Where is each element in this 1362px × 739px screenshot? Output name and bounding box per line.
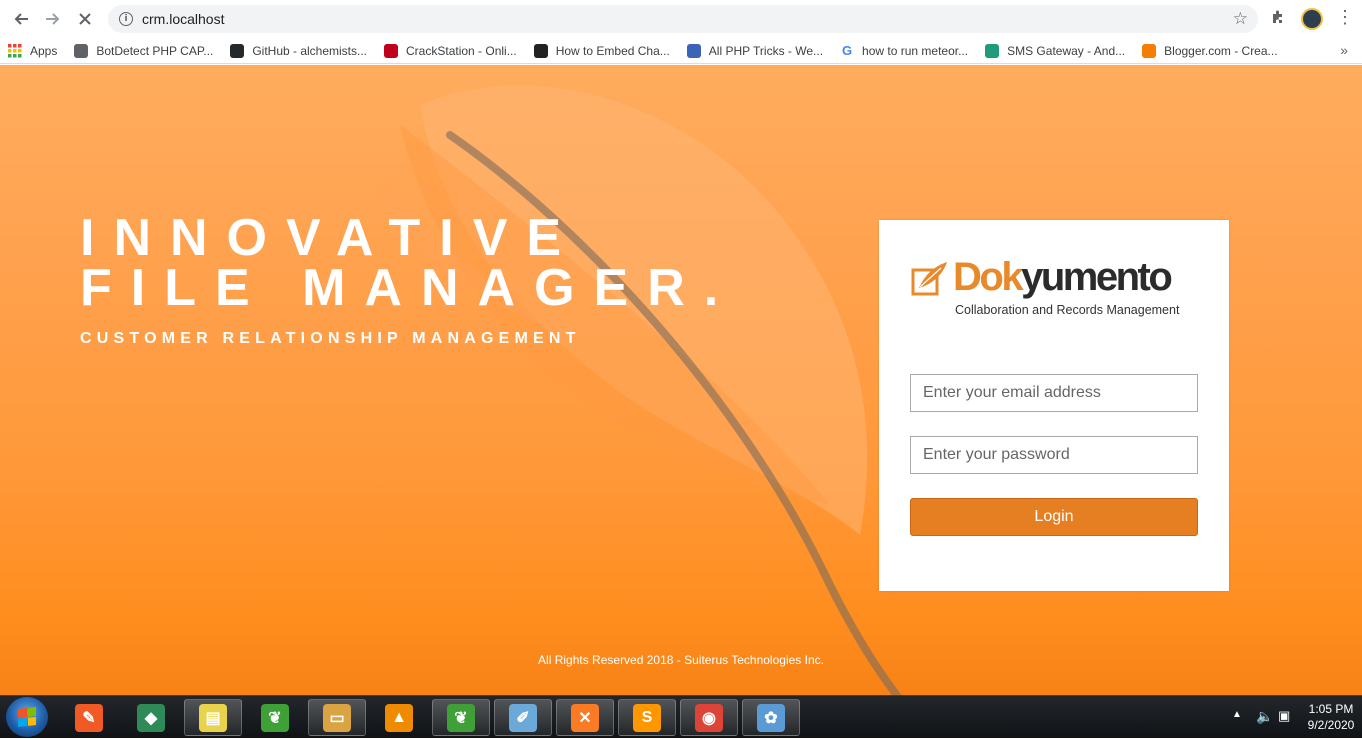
php-icon bbox=[686, 43, 701, 58]
bookmark-label: Blogger.com - Crea... bbox=[1164, 43, 1278, 58]
login-page: INNOVATIVE FILE MANAGER. CUSTOMER RELATI… bbox=[0, 65, 1362, 695]
bookmark-item[interactable]: GitHub - alchemists... bbox=[222, 38, 376, 64]
mongodb-compass-app-icon: ❦ bbox=[447, 703, 475, 732]
bookmark-label: BotDetect PHP CAP... bbox=[96, 43, 214, 58]
github-icon bbox=[230, 43, 245, 58]
back-arrow-icon[interactable] bbox=[5, 3, 37, 35]
bookmark-label: All PHP Tricks - We... bbox=[708, 43, 824, 58]
profile-avatar[interactable] bbox=[1301, 8, 1323, 30]
bookmark-item[interactable]: CrackStation - Onli... bbox=[376, 38, 526, 64]
logo-word-part1: Dok bbox=[953, 255, 1024, 299]
site-info-icon[interactable]: i bbox=[119, 12, 133, 26]
bookmark-label: Apps bbox=[30, 43, 58, 58]
bookmark-label: CrackStation - Onli... bbox=[406, 43, 517, 58]
taskbar-app-button[interactable]: ❦ bbox=[246, 699, 304, 736]
login-card: Dokyumento Collaboration and Records Man… bbox=[879, 220, 1229, 591]
windows-logo-icon bbox=[18, 707, 36, 727]
bookmark-label: how to run meteor... bbox=[862, 43, 969, 58]
login-button[interactable]: Login bbox=[910, 498, 1198, 536]
brave-app-icon: ✎ bbox=[75, 703, 103, 732]
blogger-icon bbox=[1142, 43, 1157, 58]
windows-taskbar: ✎ ◆ ▤ ❦ ▭ ▲ ❦ ✐ ✕ S ◉ ✿ ▲ 🔈 ▣ 1:05 PM 9/2/2020 bbox=[0, 695, 1362, 738]
xampp-app-icon: ✕ bbox=[571, 703, 599, 732]
more-bookmarks-icon[interactable]: » bbox=[1340, 42, 1348, 58]
bookmark-item[interactable]: All PHP Tricks - We... bbox=[679, 38, 832, 64]
bookmarks-bar: Apps BotDetect PHP CAP... GitHub - alchemi… bbox=[0, 38, 1362, 64]
taskbar-app-button[interactable]: ✕ bbox=[556, 699, 614, 736]
footer-copyright: All Rights Reserved 2018 - Suiterus Tech… bbox=[538, 653, 824, 667]
sticky-notes-app-icon: ▤ bbox=[199, 703, 227, 732]
file-explorer-app-icon: ▭ bbox=[323, 703, 351, 732]
paint-app-icon: ✿ bbox=[757, 703, 785, 732]
sms-gateway-icon bbox=[985, 43, 1000, 58]
hero-subtitle: CUSTOMER RELATIONSHIP MANAGEMENT bbox=[80, 330, 581, 347]
bookmark-item[interactable]: How to Embed Cha... bbox=[526, 38, 679, 64]
dokyumento-logo: Dokyumento Collaboration and Records Man… bbox=[911, 255, 1201, 328]
tray-expand-icon[interactable]: ▲ bbox=[1232, 709, 1242, 720]
start-button[interactable] bbox=[6, 697, 48, 737]
apps-grid-icon bbox=[8, 43, 22, 58]
logo-tagline: Collaboration and Records Management bbox=[955, 303, 1180, 317]
globe-icon bbox=[74, 43, 89, 58]
vlc-app-icon: ▲ bbox=[385, 703, 413, 732]
taskbar-app-button[interactable]: S bbox=[618, 699, 676, 736]
bookmark-star-icon[interactable]: ☆ bbox=[1233, 9, 1248, 29]
chart-site-icon bbox=[533, 43, 548, 58]
bookmark-item[interactable]: Apps bbox=[0, 38, 66, 64]
email-field[interactable] bbox=[910, 374, 1198, 412]
bookmark-item[interactable]: SMS Gateway - And... bbox=[977, 38, 1134, 64]
bookmark-label: SMS Gateway - And... bbox=[1007, 43, 1126, 58]
mongodb-app-icon: ❦ bbox=[261, 703, 289, 732]
hero-title-line1: INNOVATIVE bbox=[80, 209, 581, 267]
password-field[interactable] bbox=[910, 436, 1198, 474]
clock-time[interactable]: 1:05 PM bbox=[1306, 702, 1356, 716]
logo-feather-icon bbox=[911, 262, 947, 296]
browser-toolbar: i crm.localhost ☆ ⋮ bbox=[0, 0, 1362, 38]
taskbar-app-button[interactable]: ▭ bbox=[308, 699, 366, 736]
logo-word-part2: yumento bbox=[1021, 255, 1173, 299]
taskbar-app-button[interactable]: ▲ bbox=[370, 699, 428, 736]
taskbar-app-button[interactable]: ✎ bbox=[60, 699, 118, 736]
address-bar[interactable]: i crm.localhost ☆ bbox=[108, 5, 1258, 33]
bookmark-item[interactable]: BotDetect PHP CAP... bbox=[66, 38, 222, 64]
taskbar-app-button[interactable]: ◆ bbox=[122, 699, 180, 736]
system-tray: ▲ 🔈 ▣ 1:05 PM 9/2/2020 bbox=[1192, 696, 1362, 739]
taskbar-app-button[interactable]: ❦ bbox=[432, 699, 490, 736]
taskbar-app-button[interactable]: ◉ bbox=[680, 699, 738, 736]
bookmark-item[interactable]: Ghow to run meteor... bbox=[832, 38, 977, 64]
bookmark-label: How to Embed Cha... bbox=[555, 43, 670, 58]
network-icon[interactable]: ▣ bbox=[1278, 708, 1290, 724]
bookmark-label: GitHub - alchemists... bbox=[252, 43, 368, 58]
clock-date[interactable]: 9/2/2020 bbox=[1304, 718, 1358, 732]
notepad-app-icon: ✐ bbox=[509, 703, 537, 732]
forward-arrow-icon[interactable] bbox=[37, 3, 69, 35]
crackstation-icon bbox=[384, 43, 399, 58]
logo-wordmark: Dokyumento bbox=[953, 254, 1173, 300]
hero-title: INNOVATIVE FILE MANAGER. bbox=[80, 209, 738, 317]
chrome-app-icon: ◉ bbox=[695, 703, 723, 732]
taskbar-app-button[interactable]: ✐ bbox=[494, 699, 552, 736]
browser-menu-icon[interactable]: ⋮ bbox=[1336, 8, 1354, 26]
stop-loading-icon[interactable] bbox=[69, 3, 101, 35]
sublime-text-app-icon: S bbox=[633, 703, 661, 732]
address-url[interactable]: crm.localhost bbox=[142, 11, 224, 27]
google-icon: G bbox=[841, 43, 853, 58]
extensions-puzzle-icon[interactable] bbox=[1270, 9, 1288, 27]
taskbar-app-button[interactable]: ▤ bbox=[184, 699, 242, 736]
volume-icon[interactable]: 🔈 bbox=[1256, 708, 1273, 725]
git-app-icon: ◆ bbox=[137, 703, 165, 732]
hero-title-line2: FILE MANAGER. bbox=[80, 259, 738, 317]
taskbar-app-button[interactable]: ✿ bbox=[742, 699, 800, 736]
bookmark-item[interactable]: Blogger.com - Crea... bbox=[1134, 38, 1286, 64]
